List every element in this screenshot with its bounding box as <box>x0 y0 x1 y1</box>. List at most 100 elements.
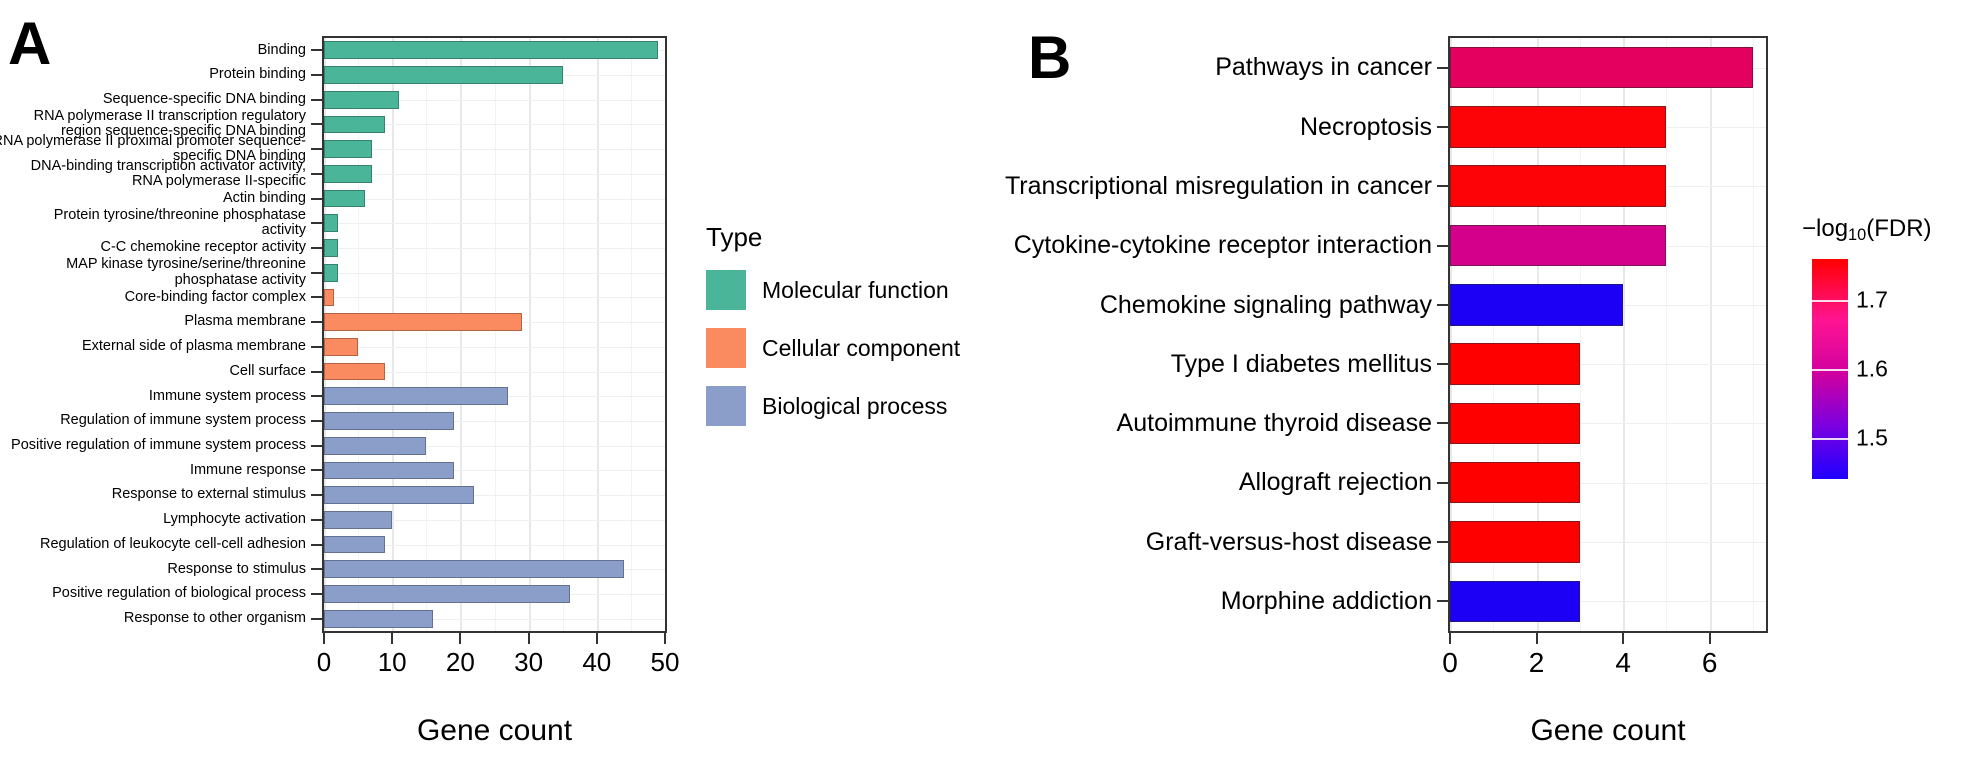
category-label-line: Autoimmune thyroid disease <box>1116 409 1432 438</box>
panel-a-x-axis-title: Gene count <box>416 714 573 747</box>
category-label: Chemokine signaling pathway <box>1100 275 1432 334</box>
category-label-line: Response to external stimulus <box>111 486 306 503</box>
panel-b-colorbar-legend: −log10(FDR) 1.7 1.6 1.5 <box>1802 215 1932 480</box>
bar <box>324 189 365 208</box>
category-label-line: Actin binding <box>222 189 306 206</box>
category-label: Lymphocyte activation <box>163 507 306 532</box>
bar <box>1450 343 1580 385</box>
category-label: Graft-versus-host disease <box>1146 512 1432 571</box>
colorbar-tick <box>1812 437 1848 440</box>
category-label-line: Response to other organism <box>123 609 306 626</box>
bar <box>324 115 386 134</box>
x-tick-mark <box>391 633 394 644</box>
colorbar-tick <box>1812 300 1848 303</box>
colorbar-wrap: 1.7 1.6 1.5 <box>1812 259 1888 480</box>
category-label-line: RNA polymerase II proximal promoter sequ… <box>0 132 306 149</box>
category-label: Positive regulation of immune system pro… <box>11 433 306 458</box>
panel-a-legend-title: Type <box>706 222 763 252</box>
panel-a-legend: Type Molecular function Cellular componen… <box>706 222 960 441</box>
x-tick-mark <box>1622 633 1625 644</box>
y-tick-mark <box>1437 600 1448 603</box>
y-tick-mark <box>311 617 322 620</box>
bar <box>1450 580 1580 623</box>
category-label: Autoimmune thyroid disease <box>1117 394 1432 453</box>
x-tick-mark <box>323 633 325 644</box>
x-tick-mark <box>1449 633 1451 644</box>
y-tick-mark <box>311 395 322 398</box>
y-tick-mark <box>311 321 322 324</box>
category-label-line: Cytokine-cytokine receptor interaction <box>1013 231 1432 260</box>
bar <box>324 165 372 183</box>
bar <box>1450 106 1667 148</box>
y-tick-mark <box>311 222 322 225</box>
legend-item-label: Molecular function <box>762 276 949 303</box>
panel-b-x-axis-title: Gene count <box>1530 714 1686 747</box>
category-label-line: Core-binding factor complex <box>124 288 306 305</box>
colorbar-title-sub: 10 <box>1848 226 1867 245</box>
category-label-line: Chemokine signaling pathway <box>1099 290 1432 319</box>
category-label: Protein binding <box>209 63 306 88</box>
colorbar-title-suffix: (FDR) <box>1866 215 1932 242</box>
y-tick-mark <box>311 197 322 200</box>
y-tick-mark <box>311 444 322 447</box>
category-label: Transcriptional misregulation in cancer <box>1005 157 1432 216</box>
category-label-line: Lymphocyte activation <box>163 511 306 528</box>
bar <box>324 510 393 529</box>
bar <box>324 436 427 455</box>
category-label: Regulation of leukocyte cell-cell adhesi… <box>40 532 306 557</box>
category-label-line: Binding <box>257 41 306 58</box>
category-label: Immune system process <box>149 384 306 409</box>
colorbar-tick-label: 1.5 <box>1856 424 1888 451</box>
legend-item[interactable]: Biological process <box>706 383 960 429</box>
legend-item[interactable]: Molecular function <box>706 267 960 313</box>
legend-item-label: Biological process <box>762 392 948 419</box>
category-label-line: Cell surface <box>229 362 306 379</box>
category-label-line: Allograft rejection <box>1238 468 1432 497</box>
category-label: Pathways in cancer <box>1215 38 1432 97</box>
category-label-line: Positive regulation of biological proces… <box>52 585 306 602</box>
x-tick-mark <box>527 633 530 644</box>
category-label: Core-binding factor complex <box>125 285 306 310</box>
y-tick-mark <box>1437 185 1448 188</box>
category-label: Regulation of immune system process <box>60 409 306 434</box>
category-label-line: External side of plasma membrane <box>81 338 306 355</box>
category-label-line: Transcriptional misregulation in cancer <box>1004 171 1432 200</box>
bar <box>324 387 509 406</box>
x-tick-mark <box>664 633 666 644</box>
category-label-line: Regulation of immune system process <box>60 412 306 429</box>
y-tick-mark <box>311 568 322 571</box>
category-label-line: Pathways in cancer <box>1215 53 1432 82</box>
bar <box>324 560 625 579</box>
y-tick-mark <box>1437 244 1448 247</box>
panel-a-legend-rows: Molecular function Cellular component Biol… <box>706 267 960 429</box>
category-label: Cytokine-cytokine receptor interaction <box>1014 216 1432 275</box>
panel-a-bars <box>324 38 665 631</box>
y-tick-mark <box>311 247 322 250</box>
y-tick-mark <box>311 123 322 126</box>
x-tick-label: 50 <box>650 647 680 677</box>
y-tick-mark <box>311 74 322 77</box>
bar <box>1450 224 1667 267</box>
y-tick-mark <box>1437 125 1448 128</box>
bar <box>324 239 338 257</box>
bar <box>324 313 522 332</box>
legend-item[interactable]: Cellular component <box>706 325 960 371</box>
x-tick-mark <box>459 633 462 644</box>
category-label: Necroptosis <box>1300 97 1432 156</box>
legend-swatch <box>706 386 746 426</box>
y-tick-mark <box>1437 303 1448 306</box>
legend-item-label: Cellular component <box>762 334 961 361</box>
bar <box>324 214 338 233</box>
y-tick-mark <box>1437 363 1448 366</box>
y-tick-mark <box>311 345 322 348</box>
category-label: DNA-binding transcription activator acti… <box>31 158 306 189</box>
category-label-line: Protein tyrosine/threonine phosphatase <box>53 206 306 223</box>
category-label: Response to external stimulus <box>112 483 306 508</box>
y-tick-mark <box>311 494 322 497</box>
x-tick-label: 6 <box>1701 647 1718 678</box>
panel-b-plot-area <box>1448 36 1768 633</box>
bar <box>1450 46 1753 89</box>
bar <box>1450 461 1580 504</box>
bar <box>324 585 570 603</box>
category-label: Cell surface <box>229 359 306 384</box>
